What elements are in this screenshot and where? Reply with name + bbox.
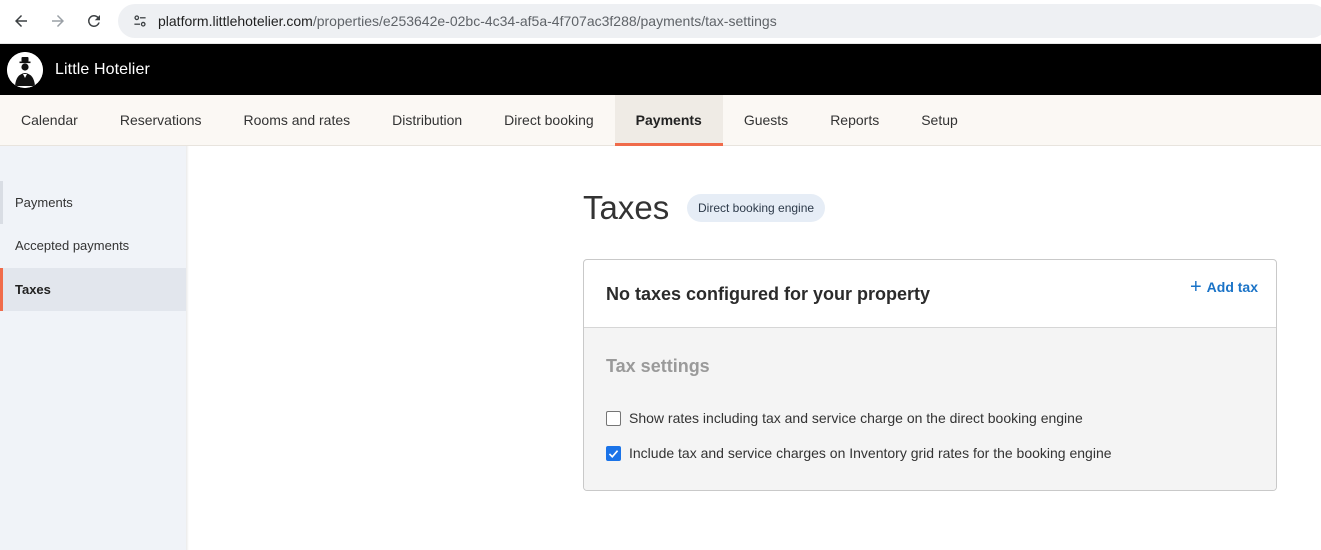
browser-toolbar: platform.littlehotelier.com/properties/e…: [0, 0, 1321, 44]
option-show-rates-incl-tax: Show rates including tax and service cha…: [606, 410, 1083, 426]
include-tax-checkbox[interactable]: [606, 445, 621, 461]
sidebar: Payments Accepted payments Taxes: [0, 146, 186, 550]
back-arrow-icon[interactable]: [9, 9, 33, 33]
add-tax-label: Add tax: [1206, 279, 1258, 295]
sidebar-item-accepted-payments[interactable]: Accepted payments: [0, 224, 186, 267]
tab-rooms-and-rates[interactable]: Rooms and rates: [223, 95, 372, 145]
tax-card: No taxes configured for your property + …: [583, 259, 1277, 491]
checkmark-icon: [608, 449, 619, 458]
option-label: Show rates including tax and service cha…: [629, 410, 1083, 426]
option-label: Include tax and service charges on Inven…: [629, 445, 1112, 461]
section-title: Tax settings: [606, 356, 710, 376]
plus-icon: +: [1189, 276, 1202, 298]
address-bar[interactable]: platform.littlehotelier.com/properties/e…: [118, 4, 1321, 38]
card-title: No taxes configured for your property: [606, 284, 931, 304]
url-text: platform.littlehotelier.com/properties/e…: [158, 13, 777, 29]
app-title: Little Hotelier: [55, 60, 150, 78]
main-nav: Calendar Reservations Rooms and rates Di…: [0, 95, 1321, 146]
option-include-tax-inventory: Include tax and service charges on Inven…: [606, 445, 1112, 461]
sidebar-item-taxes[interactable]: Taxes: [0, 268, 186, 311]
url-path: /properties/e253642e-02bc-4c34-af5a-4f70…: [312, 13, 777, 29]
tab-calendar[interactable]: Calendar: [0, 95, 99, 145]
tab-setup[interactable]: Setup: [900, 95, 979, 145]
status-badge: Direct booking engine: [687, 194, 826, 222]
tab-distribution[interactable]: Distribution: [371, 95, 483, 145]
tab-payments[interactable]: Payments: [614, 95, 723, 146]
url-host: platform.littlehotelier.com: [158, 13, 313, 29]
show-rates-checkbox[interactable]: [606, 410, 621, 426]
sidebar-item-payments[interactable]: Payments: [0, 181, 186, 224]
hotelier-logo-icon[interactable]: [7, 51, 43, 88]
tax-settings-section: Tax settings Show rates including tax an…: [584, 328, 1276, 490]
app-header: Little Hotelier: [0, 44, 1321, 95]
reload-icon[interactable]: [82, 9, 106, 33]
content-area: Payments Accepted payments Taxes Taxes D…: [0, 146, 1321, 550]
site-info-icon[interactable]: [130, 11, 150, 31]
card-header: No taxes configured for your property + …: [584, 260, 1276, 328]
add-tax-button[interactable]: + Add tax: [1189, 276, 1258, 298]
tab-reports[interactable]: Reports: [809, 95, 900, 145]
tab-direct-booking[interactable]: Direct booking: [483, 95, 615, 145]
forward-arrow-icon[interactable]: [46, 9, 70, 33]
page-title: Taxes: [583, 189, 670, 226]
sidebar-divider: [186, 146, 189, 550]
tab-guests[interactable]: Guests: [723, 95, 809, 145]
tab-reservations[interactable]: Reservations: [99, 95, 223, 145]
